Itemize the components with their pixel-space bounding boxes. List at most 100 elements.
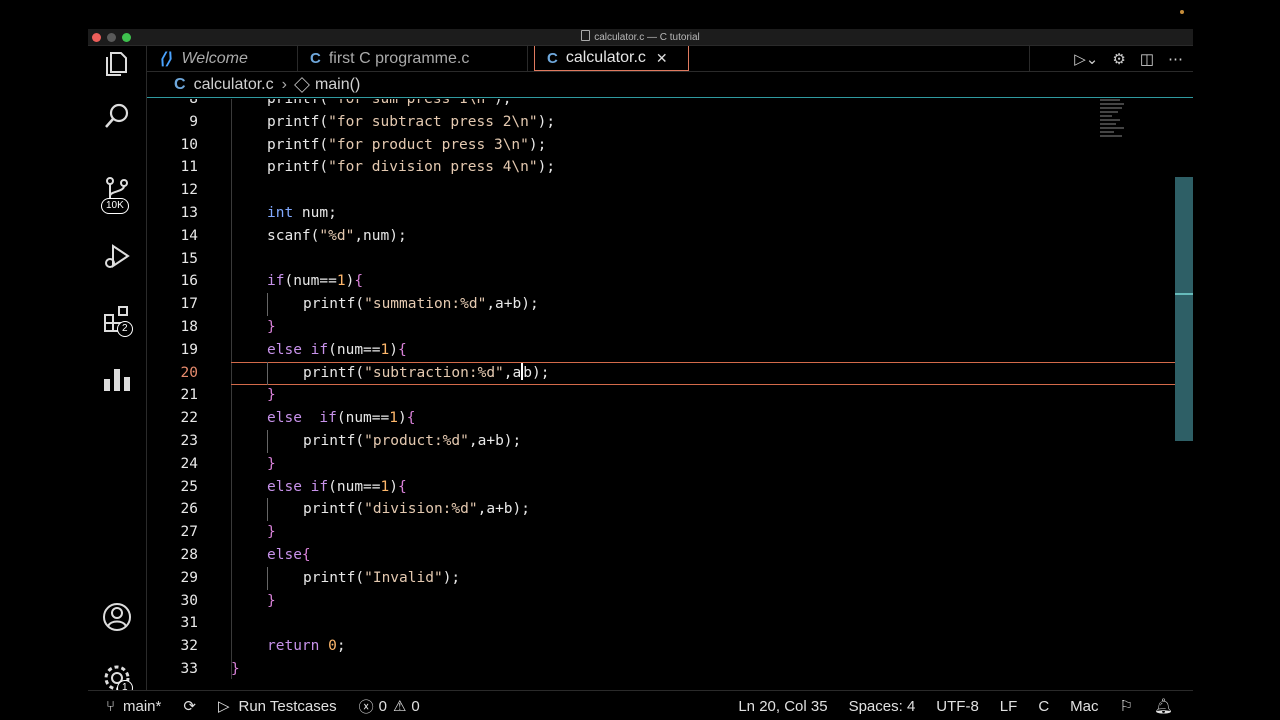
code-line[interactable]: 8 printf("for sum press 1\n");: [147, 99, 1157, 111]
code-line[interactable]: 21}: [147, 384, 1157, 407]
extensions-button[interactable]: 2: [96, 299, 138, 339]
tab-calculator-label: calculator.c: [565, 49, 646, 66]
code-line[interactable]: 15: [147, 248, 1157, 271]
line-ending[interactable]: LF: [1000, 698, 1018, 715]
line-number: 14: [180, 227, 198, 244]
line-number: 15: [180, 250, 198, 267]
corner-dot: [1180, 10, 1184, 14]
code-line[interactable]: 19 else if(num==1){: [147, 339, 1157, 362]
source-control-button[interactable]: 10K: [96, 170, 138, 214]
bar-chart-icon: [104, 369, 130, 391]
feedback-icon[interactable]: ⚐: [1120, 697, 1133, 715]
sync-button[interactable]: ⟳: [183, 697, 196, 715]
branch-icon: ⑂: [106, 697, 116, 715]
error-icon: ⓧ: [358, 698, 374, 716]
split-editor-icon[interactable]: ◫: [1140, 50, 1154, 68]
vertical-scrollbar[interactable]: [1175, 177, 1193, 441]
code-line[interactable]: 27}: [147, 521, 1157, 544]
code-line[interactable]: 25 else if(num==1){: [147, 476, 1157, 499]
tab-first-label: first C programme.c: [328, 49, 470, 67]
code-line[interactable]: 18}: [147, 316, 1157, 339]
search-icon: [105, 103, 129, 128]
indentation[interactable]: Spaces: 4: [849, 698, 916, 715]
accounts-button[interactable]: [96, 597, 138, 637]
code-text: printf("summation:%d",a+b);: [303, 296, 539, 313]
run-debug-button[interactable]: [96, 236, 138, 276]
code-text: }: [267, 387, 276, 404]
breadcrumb-symbol[interactable]: main(): [315, 76, 360, 94]
minimap[interactable]: [1100, 99, 1128, 149]
run-testcases-button[interactable]: ▷ Run Testcases: [218, 697, 337, 716]
line-number: 9: [189, 113, 198, 130]
cursor-position[interactable]: Ln 20, Col 35: [738, 698, 827, 715]
bell-icon[interactable]: 🔔︎: [1154, 697, 1173, 715]
tab-first-c-programme[interactable]: Cfirst C programme.c: [298, 46, 528, 71]
indent-guide: [267, 498, 268, 522]
line-number: 11: [180, 159, 198, 176]
code-line[interactable]: 32 return 0;: [147, 635, 1157, 658]
platform[interactable]: Mac: [1070, 698, 1098, 715]
code-text: printf("division:%d",a+b);: [303, 501, 530, 518]
search-button[interactable]: [96, 96, 138, 136]
indent-guide: [267, 430, 268, 453]
files-icon: [106, 52, 127, 76]
code-line[interactable]: 29 printf("Invalid");: [147, 566, 1157, 590]
code-text: }: [231, 661, 240, 677]
code-line[interactable]: 9 printf("for subtract press 2\n");: [147, 111, 1157, 134]
status-bar: ⑂ main* ⟳ ▷ Run Testcases ⓧ 0 ⚠ 0 Ln 20,…: [88, 690, 1193, 720]
line-number: 20: [180, 364, 198, 381]
code-text: else if(num==1){: [267, 478, 407, 495]
code-line[interactable]: 11 printf("for division press 4\n");: [147, 156, 1157, 179]
code-editor[interactable]: 8 printf("for sum press 1\n"); 9 printf("fo…: [147, 99, 1193, 690]
code-line[interactable]: 31: [147, 612, 1157, 635]
code-line[interactable]: 26 printf("division:%d",a+b);: [147, 498, 1157, 522]
code-line[interactable]: 16 if(num==1){: [147, 270, 1157, 293]
line-number: 30: [180, 592, 198, 609]
warning-icon: ⚠: [392, 698, 407, 715]
code-text: }: [267, 524, 276, 541]
chevron-right-icon: ›: [281, 75, 287, 93]
code-text: return 0;: [267, 638, 346, 655]
line-number: 19: [180, 341, 198, 358]
code-line[interactable]: 20 printf("subtraction:%d",a b);: [147, 361, 1193, 385]
code-line[interactable]: 14 scanf("%d",num);: [147, 225, 1157, 248]
code-line[interactable]: 30}: [147, 590, 1157, 613]
tab-calculator[interactable]: Ccalculator.c ✕: [534, 46, 689, 71]
code-text: if(num==1){: [267, 273, 364, 290]
tab-welcome[interactable]: ⟨⟩ Welcome: [147, 46, 298, 71]
code-text: printf("for division press 4\n");: [267, 159, 556, 176]
code-line[interactable]: 22 else if(num==1){: [147, 407, 1157, 430]
branch-status[interactable]: ⑂ main*: [106, 698, 161, 715]
code-line[interactable]: 28 else{: [147, 544, 1157, 567]
indent-guide: [267, 566, 268, 590]
code-line[interactable]: 17 printf("summation:%d",a+b);: [147, 293, 1157, 317]
code-text: else if(num==1){: [267, 341, 407, 358]
breadcrumb: C calculator.c › main(): [147, 72, 1193, 98]
line-number: 25: [180, 478, 198, 495]
encoding[interactable]: UTF-8: [936, 698, 979, 715]
code-text: else if(num==1){: [267, 410, 416, 427]
stats-button[interactable]: [96, 360, 138, 400]
line-number: 22: [180, 410, 198, 427]
language-mode[interactable]: C: [1038, 698, 1049, 715]
code-line[interactable]: 13 int num;: [147, 202, 1157, 225]
code-line[interactable]: 24}: [147, 453, 1157, 476]
code-text: scanf("%d",num);: [267, 227, 407, 244]
code-line[interactable]: 23 printf("product:%d",a+b);: [147, 430, 1157, 453]
indent-guide: [267, 293, 268, 317]
code-line[interactable]: 12: [147, 179, 1157, 202]
close-tab-icon[interactable]: ✕: [656, 50, 668, 67]
breadcrumb-file[interactable]: calculator.c: [194, 76, 274, 94]
code-line[interactable]: 33}: [147, 658, 1157, 681]
code-line[interactable]: 10 printf("for product press 3\n");: [147, 134, 1157, 157]
window-title-text: calculator.c — C tutorial: [594, 32, 700, 43]
settings-icon[interactable]: ⚙: [1112, 50, 1125, 68]
explorer-button[interactable]: [96, 42, 138, 82]
run-icon[interactable]: ▷⌄: [1074, 50, 1098, 68]
code-text: printf("for product press 3\n");: [267, 136, 547, 153]
more-icon[interactable]: ⋯: [1168, 50, 1183, 68]
line-number: 33: [180, 661, 198, 677]
account-icon: [103, 603, 131, 631]
problems-status[interactable]: ⓧ 0 ⚠ 0: [359, 696, 420, 717]
activity-bar: 10K 2 1: [88, 46, 147, 696]
